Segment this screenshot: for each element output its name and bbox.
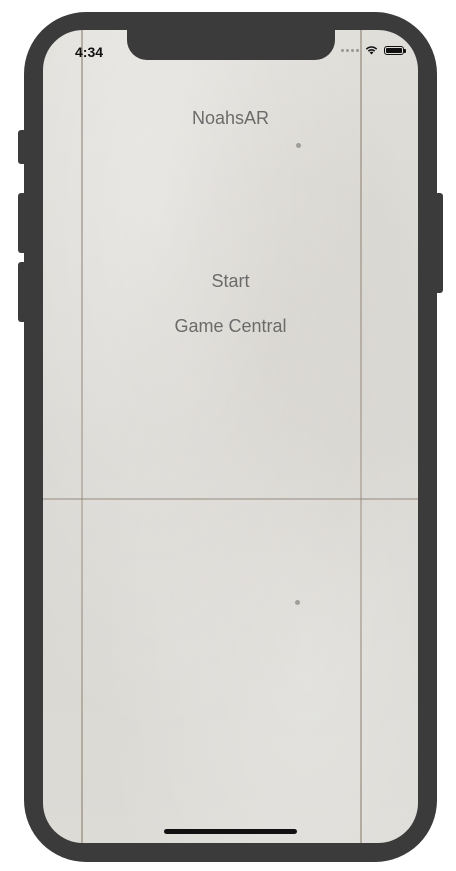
- signal-icon: [341, 48, 359, 52]
- concrete-tie-hole: [295, 600, 300, 605]
- concrete-seam-left: [81, 30, 83, 843]
- start-button[interactable]: Start: [43, 271, 418, 292]
- concrete-tie-hole: [296, 143, 301, 148]
- battery-fill: [386, 47, 402, 53]
- app-title: NoahsAR: [191, 108, 270, 128]
- battery-icon: [384, 45, 406, 55]
- wifi-icon: [365, 46, 378, 55]
- concrete-seam-middle: [43, 498, 418, 500]
- app-screen: 4:34 NoahsAR Start Game Central: [43, 30, 418, 843]
- game-central-button[interactable]: Game Central: [43, 316, 418, 337]
- status-icons: [341, 45, 406, 55]
- power-button: [437, 193, 443, 293]
- home-indicator[interactable]: [164, 829, 297, 834]
- status-time: 4:34: [75, 44, 104, 60]
- concrete-seam-right: [360, 30, 362, 843]
- device-notch: [127, 30, 335, 60]
